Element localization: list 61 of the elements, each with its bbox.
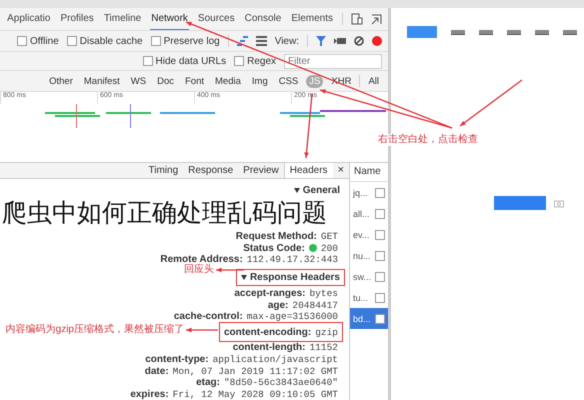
request-item[interactable]: bd...	[350, 308, 388, 329]
list-view-icon[interactable]	[256, 36, 267, 46]
section-header[interactable]: General	[288, 182, 345, 199]
blurred-nav-link[interactable]	[507, 30, 521, 34]
type-filter[interactable]: CSS	[276, 74, 302, 88]
filter-icon[interactable]	[316, 36, 326, 46]
header-row: etag: "8d50-56c3843ae0640"	[196, 376, 338, 388]
panel-tab[interactable]: Timeline	[102, 8, 142, 30]
annotation-note: 内容编码为gzip压缩格式，果然被压缩了	[4, 324, 184, 336]
detail-tab[interactable]: Response	[183, 163, 238, 178]
type-filter[interactable]: Media	[212, 74, 244, 88]
header-row: accept-ranges: bytes	[234, 288, 338, 300]
type-filter[interactable]: Manifest	[80, 74, 123, 88]
detail-tab[interactable]: Preview	[238, 163, 284, 178]
header-row: age: 20484417	[268, 299, 338, 311]
checkbox[interactable]: Regex	[234, 56, 276, 66]
header-row: Request Method: GET	[236, 230, 338, 242]
view-label: View:	[274, 36, 299, 46]
status-dot-icon	[308, 244, 317, 252]
blurred-nav-link[interactable]	[479, 30, 493, 34]
checkbox[interactable]: Preserve log	[150, 36, 220, 46]
header-row: content-type: application/javascript	[145, 354, 338, 366]
panel-tab[interactable]: Elements	[290, 8, 334, 30]
type-filter[interactable]: Img	[248, 74, 271, 88]
blurred-nav-link[interactable]	[451, 30, 465, 34]
annotation-arrow	[216, 268, 244, 272]
waterfall-icon[interactable]	[236, 36, 248, 46]
filter-field[interactable]: Filter	[284, 54, 382, 68]
checkbox[interactable]: Disable cache	[66, 36, 143, 46]
header-row: content-length: 11152	[232, 342, 338, 354]
type-filter[interactable]: All	[365, 74, 382, 88]
panel-tab[interactable]: Console	[244, 8, 282, 30]
checkbox[interactable]: Hide data URLs	[142, 56, 226, 66]
blurred-nav-link[interactable]	[535, 30, 549, 34]
close-button[interactable]: ×	[332, 163, 349, 178]
camera-icon[interactable]	[334, 37, 346, 45]
type-filter[interactable]: WS	[128, 74, 150, 88]
panel-tab[interactable]: Sources	[196, 8, 236, 30]
detail-tab[interactable]: Timing	[144, 163, 184, 178]
checkbox[interactable]: Offline	[17, 36, 59, 46]
header-row: cache-control: max-age=31536000	[174, 310, 338, 322]
header-row: Status Code: 200	[243, 242, 338, 254]
clear-icon[interactable]	[354, 36, 364, 46]
record-icon[interactable]	[372, 36, 382, 46]
detail-tab[interactable]: Headers	[284, 163, 333, 178]
annotation-note: 回应头	[184, 264, 214, 276]
type-filter[interactable]: Doc	[154, 74, 177, 88]
inspect-icon[interactable]	[371, 14, 382, 24]
panel-tab[interactable]: Applicatio	[6, 8, 52, 30]
annotation-note: 右击空白处，点击检查	[378, 134, 478, 146]
section-header[interactable]: Response Headers	[236, 268, 345, 286]
header-row: content-encoding: gzip	[218, 322, 343, 342]
header-row: date: Mon, 07 Jan 2019 11:17:02 GMT	[144, 365, 338, 377]
type-filter[interactable]: Other	[46, 74, 76, 88]
annotation-arrow	[460, 79, 522, 127]
annotation-arrow	[186, 328, 218, 332]
blurred-nav-link[interactable]	[563, 30, 577, 34]
panel-tab[interactable]: Profiles	[59, 8, 95, 30]
type-filter[interactable]: Font	[182, 74, 208, 88]
header-row: expires: Fri, 12 May 2028 09:10:05 GMT	[130, 388, 338, 400]
device-icon[interactable]	[351, 13, 363, 25]
